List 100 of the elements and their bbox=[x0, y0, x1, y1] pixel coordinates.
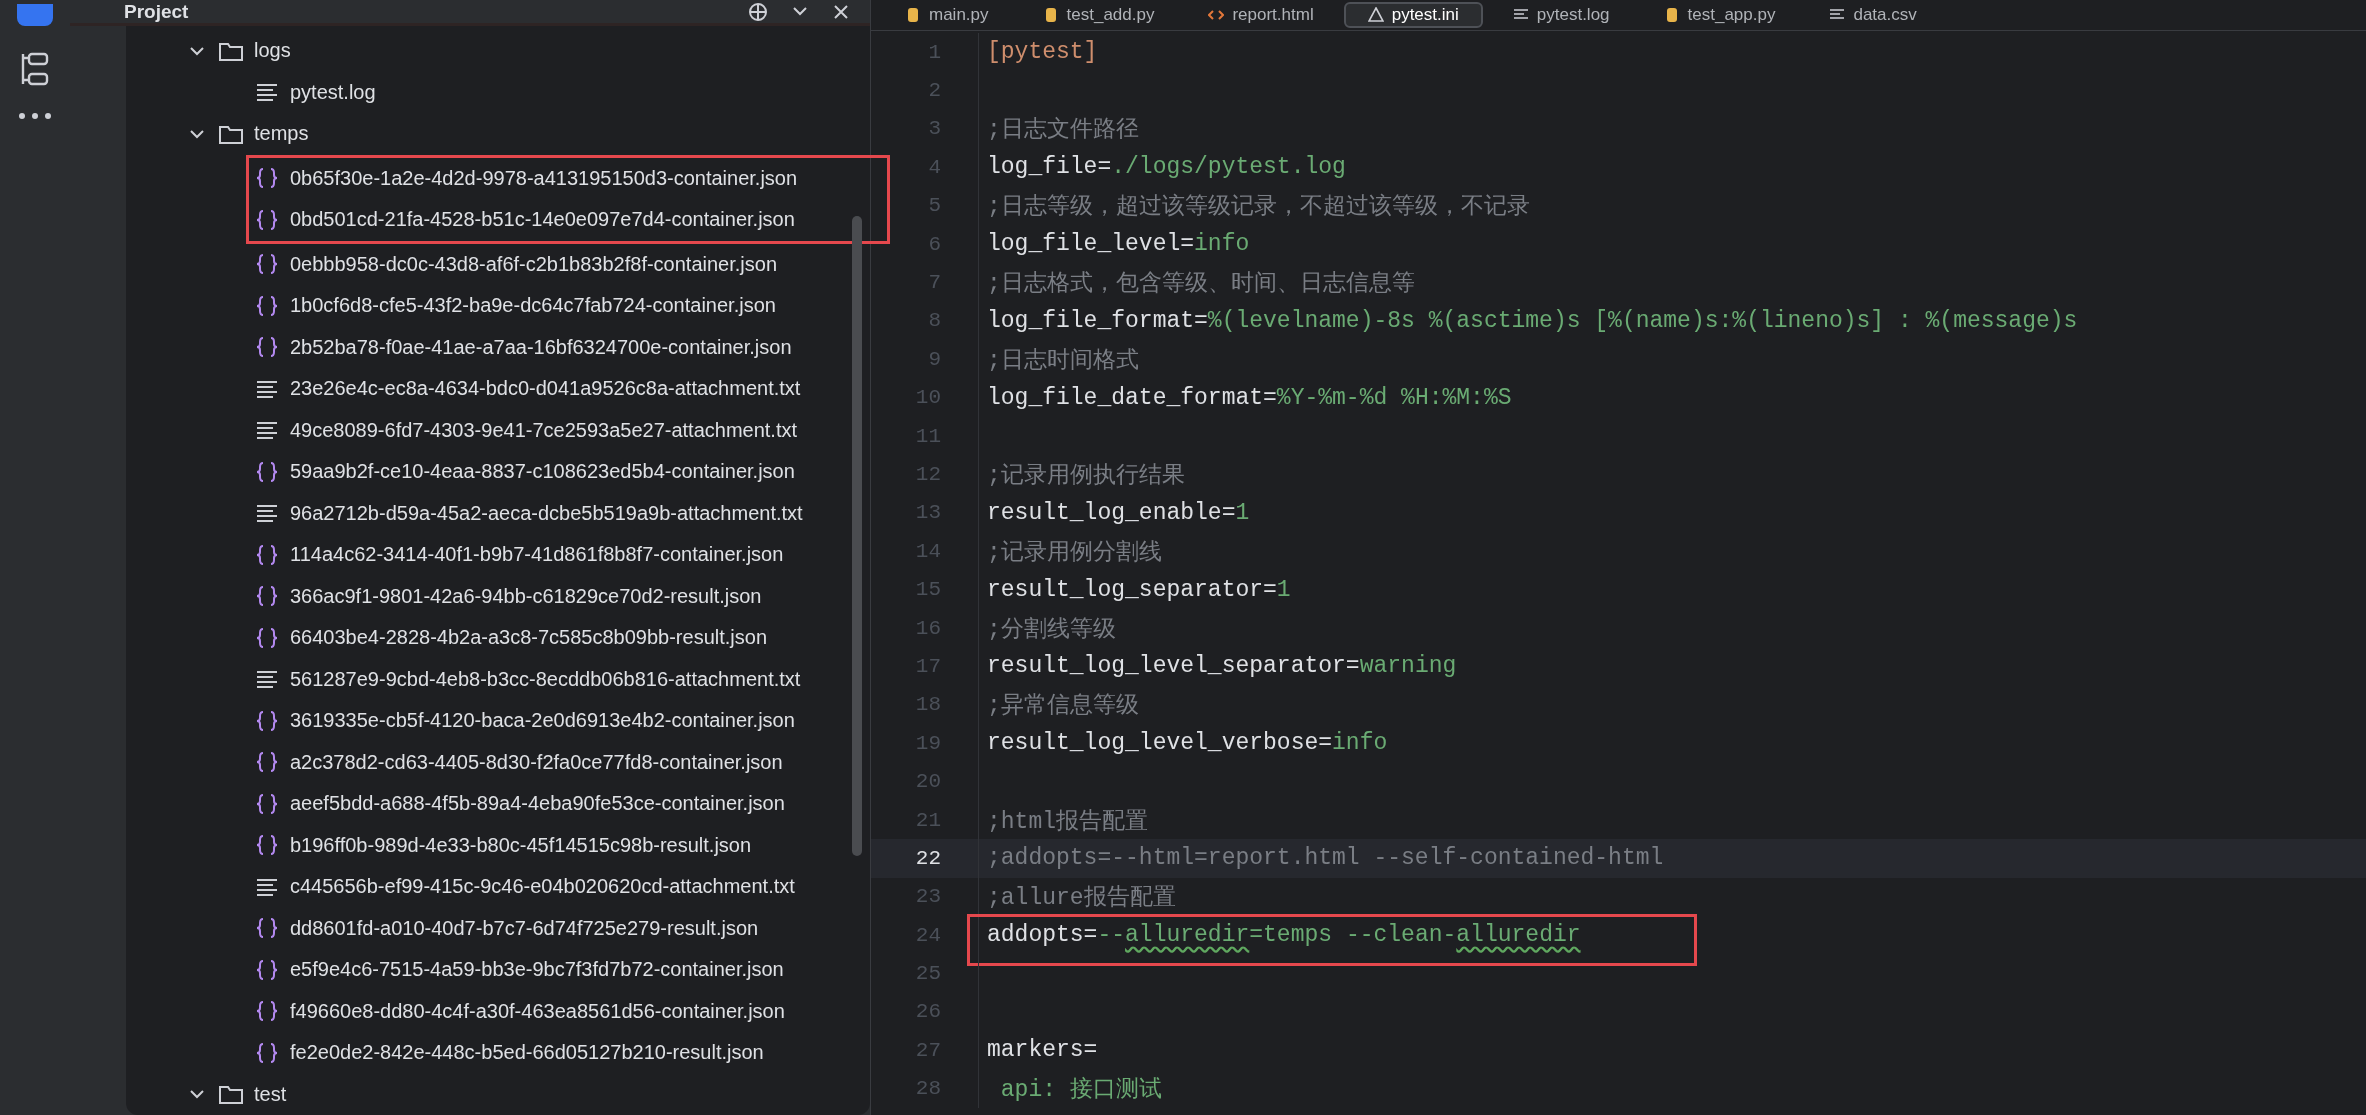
file-item[interactable]: 561287e9-9cbd-4eb8-b3cc-8ecddb06b816-attachment.txt bbox=[126, 658, 870, 700]
app-logo[interactable] bbox=[17, 4, 53, 26]
editor-tab[interactable]: test_add.py bbox=[1018, 2, 1179, 28]
editor-tab[interactable]: main.py bbox=[881, 2, 1013, 28]
file-name: 1b0cf6d8-cfe5-43f2-ba9e-dc64c7fab724-container.json bbox=[290, 294, 776, 318]
file-item[interactable]: 96a2712b-d59a-45a2-aeca-dcbe5b519a9b-attachment.txt bbox=[126, 492, 870, 534]
braces-icon bbox=[254, 708, 280, 733]
file-item[interactable]: pytest.log bbox=[126, 71, 870, 113]
file-item[interactable]: aeef5bdd-a688-4f5b-89a4-4eba90fe53ce-container.json bbox=[126, 783, 870, 825]
panel-title: Project bbox=[124, 0, 190, 23]
file-item[interactable]: b196ff0b-989d-4e33-b80c-45f14515c98b-result.json bbox=[126, 824, 870, 866]
file-name: 23e26e4c-ec8a-4634-bdc0-d041a9526c8a-attachment.txt bbox=[290, 377, 801, 401]
file-name: 0bd501cd-21fa-4528-b51c-14e0e097e7d4-container.json bbox=[290, 208, 795, 232]
python-file-icon bbox=[905, 7, 921, 23]
scrollbar-thumb[interactable] bbox=[852, 216, 862, 856]
file-item[interactable]: 0bd501cd-21fa-4528-b51c-14e0e097e7d4-container.json bbox=[249, 199, 887, 241]
code-text: ;allure报告配置 bbox=[987, 884, 1176, 913]
file-item[interactable]: 366ac9f1-9801-42a6-94bb-c61829ce70d2-result.json bbox=[126, 575, 870, 617]
file-item[interactable]: 2b52ba78-f0ae-41ae-a7aa-16bf6324700e-container.json bbox=[126, 326, 870, 368]
folder-name: logs bbox=[254, 39, 291, 63]
code-text: [pytest] bbox=[987, 39, 1098, 66]
close-icon[interactable] bbox=[832, 2, 850, 21]
folder-item[interactable]: logs bbox=[126, 30, 870, 72]
braces-icon bbox=[254, 584, 280, 609]
code-text: ;addopts=--html=report.html --self-contained-html bbox=[987, 845, 1664, 872]
folder-name: temps bbox=[254, 122, 309, 146]
code-text: api: 接口测试 bbox=[999, 1076, 1162, 1105]
code-text: result_log_level_verbose=info bbox=[987, 730, 1388, 757]
editor-tab[interactable]: pytest.log bbox=[1488, 2, 1634, 28]
code-text: ;日志格式，包含等级、时间、日志信息等 bbox=[987, 270, 1415, 299]
braces-icon bbox=[254, 957, 280, 982]
code-text: ;日志等级，超过该等级记录，不超过该等级，不记录 bbox=[987, 192, 1530, 222]
braces-icon bbox=[254, 335, 280, 360]
braces-icon bbox=[254, 293, 280, 318]
file-item[interactable]: 59aa9b2f-ce10-4eaa-8837-c108623ed5b4-container.json bbox=[126, 451, 870, 493]
file-item[interactable]: c445656b-ef99-415c-9c46-e04b020620cd-attachment.txt bbox=[126, 866, 870, 908]
file-name: pytest.log bbox=[290, 80, 376, 104]
file-item[interactable]: dd8601fd-a010-40d7-b7c7-6d74f725e279-result.json bbox=[126, 907, 870, 949]
braces-icon bbox=[254, 625, 280, 650]
folder-item[interactable]: test bbox=[126, 1073, 870, 1115]
code-text: result_log_level_separator=warning bbox=[987, 653, 1457, 680]
file-name: 366ac9f1-9801-42a6-94bb-c61829ce70d2-result.json bbox=[290, 584, 762, 608]
file-name: 66403be4-2828-4b2a-a3c8-7c585c8b09bb-result.json bbox=[290, 626, 768, 650]
file-item[interactable]: 23e26e4c-ec8a-4634-bdc0-d041a9526c8a-attachment.txt bbox=[126, 368, 870, 410]
braces-icon bbox=[254, 833, 280, 858]
code-text: log_file_format=%(levelname)-8s %(asctime)s [%(name)s:%(lineno)s] : %(message)s bbox=[987, 307, 2078, 334]
code-text: ;日志时间格式 bbox=[987, 346, 1139, 375]
file-name: 114a4c62-3414-40f1-b9b7-41d861f8b8f7-container.json bbox=[290, 543, 784, 567]
settings-file-icon bbox=[1367, 7, 1384, 23]
target-icon[interactable] bbox=[748, 1, 768, 22]
file-item[interactable]: f49660e8-dd80-4c4f-a30f-463ea8561d56-container.json bbox=[126, 990, 870, 1032]
code-text: markers= bbox=[987, 1037, 1098, 1064]
file-name: 2b52ba78-f0ae-41ae-a7aa-16bf6324700e-container.json bbox=[290, 335, 792, 359]
file-name: 49ce8089-6fd7-4303-9e41-7ce2593a5e27-attachment.txt bbox=[290, 418, 798, 442]
file-name: 3619335e-cb5f-4120-baca-2e0d6913e4b2-container.json bbox=[290, 709, 795, 733]
braces-icon bbox=[254, 166, 280, 191]
file-name: c445656b-ef99-415c-9c46-e04b020620cd-attachment.txt bbox=[290, 875, 795, 899]
code-text: ;记录用例分割线 bbox=[987, 538, 1162, 567]
editor-tab[interactable]: pytest.ini bbox=[1343, 2, 1483, 28]
file-name: 96a2712b-d59a-45a2-aeca-dcbe5b519a9b-attachment.txt bbox=[290, 501, 803, 525]
file-item[interactable]: 114a4c62-3414-40f1-b9b7-41d861f8b8f7-container.json bbox=[126, 534, 870, 576]
file-item[interactable]: e5f9e4c6-7515-4a59-bb3e-9bc7f3fd7b72-container.json bbox=[126, 949, 870, 991]
file-name: e5f9e4c6-7515-4a59-bb3e-9bc7f3fd7b72-container.json bbox=[290, 958, 784, 982]
file-item[interactable]: 0ebbb958-dc0c-43d8-af6f-c2b1b83b2f8f-container.json bbox=[126, 243, 870, 285]
editor-tab[interactable]: data.csv bbox=[1805, 2, 1941, 28]
braces-icon bbox=[254, 207, 280, 232]
editor-tab[interactable]: report.html bbox=[1184, 2, 1338, 28]
file-name: 561287e9-9cbd-4eb8-b3cc-8ecddb06b816-attachment.txt bbox=[290, 667, 801, 691]
file-item[interactable]: 66403be4-2828-4b2a-a3c8-7c585c8b09bb-result.json bbox=[126, 617, 870, 659]
folder-name: test bbox=[254, 1082, 287, 1106]
file-item[interactable]: a2c378d2-cd63-4405-8d30-f2fa0ce77fd8-container.json bbox=[126, 741, 870, 783]
code-text: ;日志文件路径 bbox=[987, 116, 1139, 145]
file-name: 59aa9b2f-ce10-4eaa-8837-c108623ed5b4-container.json bbox=[290, 460, 795, 484]
braces-icon bbox=[254, 459, 280, 484]
code-text: log_file_date_format=%Y-%m-%d %H:%M:%S bbox=[987, 384, 1512, 411]
file-item[interactable]: 1b0cf6d8-cfe5-43f2-ba9e-dc64c7fab724-container.json bbox=[126, 285, 870, 327]
line-number: 22 bbox=[914, 846, 942, 870]
braces-icon bbox=[254, 542, 280, 567]
file-item[interactable]: 0b65f30e-1a2e-4d2d-9978-a413195150d3-container.json bbox=[249, 157, 887, 199]
structure-icon[interactable] bbox=[19, 52, 51, 86]
file-item[interactable]: fe2e0de2-842e-448c-b5ed-66d05127b210-result.json bbox=[126, 1032, 870, 1074]
folder-item[interactable]: temps bbox=[126, 113, 870, 155]
file-item[interactable]: 3619335e-cb5f-4120-baca-2e0d6913e4b2-container.json bbox=[126, 700, 870, 742]
code-text: ;记录用例执行结果 bbox=[987, 462, 1185, 490]
code-text: ;分割线等级 bbox=[987, 615, 1116, 644]
file-item[interactable]: 49ce8089-6fd7-4303-9e41-7ce2593a5e27-attachment.txt bbox=[126, 409, 870, 451]
braces-icon bbox=[254, 916, 280, 941]
code-text: log_file_level=info bbox=[987, 231, 1250, 258]
file-name: 0b65f30e-1a2e-4d2d-9978-a413195150d3-container.json bbox=[290, 166, 798, 190]
file-name: b196ff0b-989d-4e33-b80c-45f14515c98b-result.json bbox=[290, 833, 752, 857]
editor-tab[interactable]: test_app.py bbox=[1639, 2, 1800, 28]
file-name: fe2e0de2-842e-448c-b5ed-66d05127b210-result.json bbox=[290, 1041, 764, 1065]
code-text: log_file=./logs/pytest.log bbox=[987, 154, 1346, 181]
braces-icon bbox=[254, 1040, 280, 1065]
code-text: result_log_enable=1 bbox=[987, 499, 1250, 526]
file-name: a2c378d2-cd63-4405-8d30-f2fa0ce77fd8-container.json bbox=[290, 750, 783, 774]
braces-icon bbox=[254, 791, 280, 816]
braces-icon bbox=[254, 750, 280, 775]
file-name: f49660e8-dd80-4c4f-a30f-463ea8561d56-container.json bbox=[290, 999, 785, 1023]
more-icon[interactable] bbox=[18, 112, 52, 120]
